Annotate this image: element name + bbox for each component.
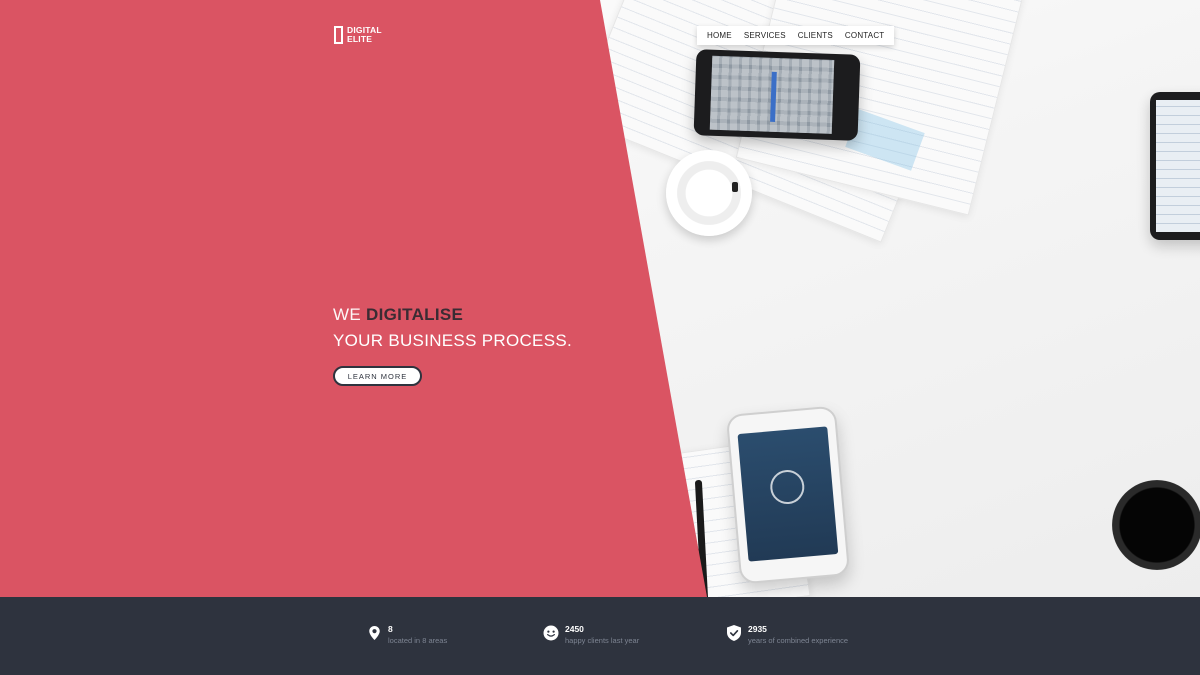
hero-headline: WE DIGITALISE YOUR BUSINESS PROCESS. xyxy=(333,302,572,354)
brand-logo[interactable]: DIGITAL ELITE xyxy=(334,26,407,44)
nav-clients[interactable]: CLIENTS xyxy=(798,31,833,40)
headline-highlight: DIGITALISE xyxy=(366,305,464,324)
stat-item-locations: 8 located in 8 areas xyxy=(366,624,447,646)
headline-line-2: YOUR BUSINESS PROCESS. xyxy=(333,331,572,350)
tablet-image xyxy=(1150,92,1200,240)
nav-home[interactable]: HOME xyxy=(707,31,732,40)
shield-check-icon xyxy=(726,625,742,641)
stat-item-experience: 2935 years of combined experience xyxy=(726,624,848,646)
coffee-cup-image xyxy=(666,150,752,236)
main-nav: HOME SERVICES CLIENTS CONTACT xyxy=(697,26,895,45)
logo-text: DIGITAL ELITE xyxy=(347,26,407,44)
stat-value: 2935 xyxy=(748,624,767,634)
logo-mark-icon xyxy=(334,26,343,44)
headline-prefix: WE xyxy=(333,305,361,324)
logo-line-2: ELITE xyxy=(347,34,373,44)
stat-label: years of combined experience xyxy=(748,636,849,645)
nav-contact[interactable]: CONTACT xyxy=(845,31,884,40)
learn-more-button[interactable]: LEARN MORE xyxy=(333,366,422,386)
map-pin-icon xyxy=(366,625,382,641)
smiley-icon xyxy=(543,625,559,641)
stat-value: 2450 xyxy=(565,624,584,634)
hero-section: DIGITAL ELITE HOME SERVICES CLIENTS CONT… xyxy=(0,0,1200,597)
stats-bar: 8 located in 8 areas 2450 happy clients … xyxy=(0,597,1200,675)
stat-value: 8 xyxy=(388,624,393,634)
stat-item-clients: 2450 happy clients last year xyxy=(543,624,639,646)
stat-label: happy clients last year xyxy=(565,636,640,645)
smartphone-sync-image xyxy=(725,405,851,585)
coffee-mug-image xyxy=(1112,480,1200,570)
smartphone-image xyxy=(693,49,861,141)
sync-icon xyxy=(768,468,806,506)
nav-services[interactable]: SERVICES xyxy=(744,31,786,40)
headline-line-1: WE DIGITALISE xyxy=(333,302,572,328)
stat-label: located in 8 areas xyxy=(388,636,448,645)
